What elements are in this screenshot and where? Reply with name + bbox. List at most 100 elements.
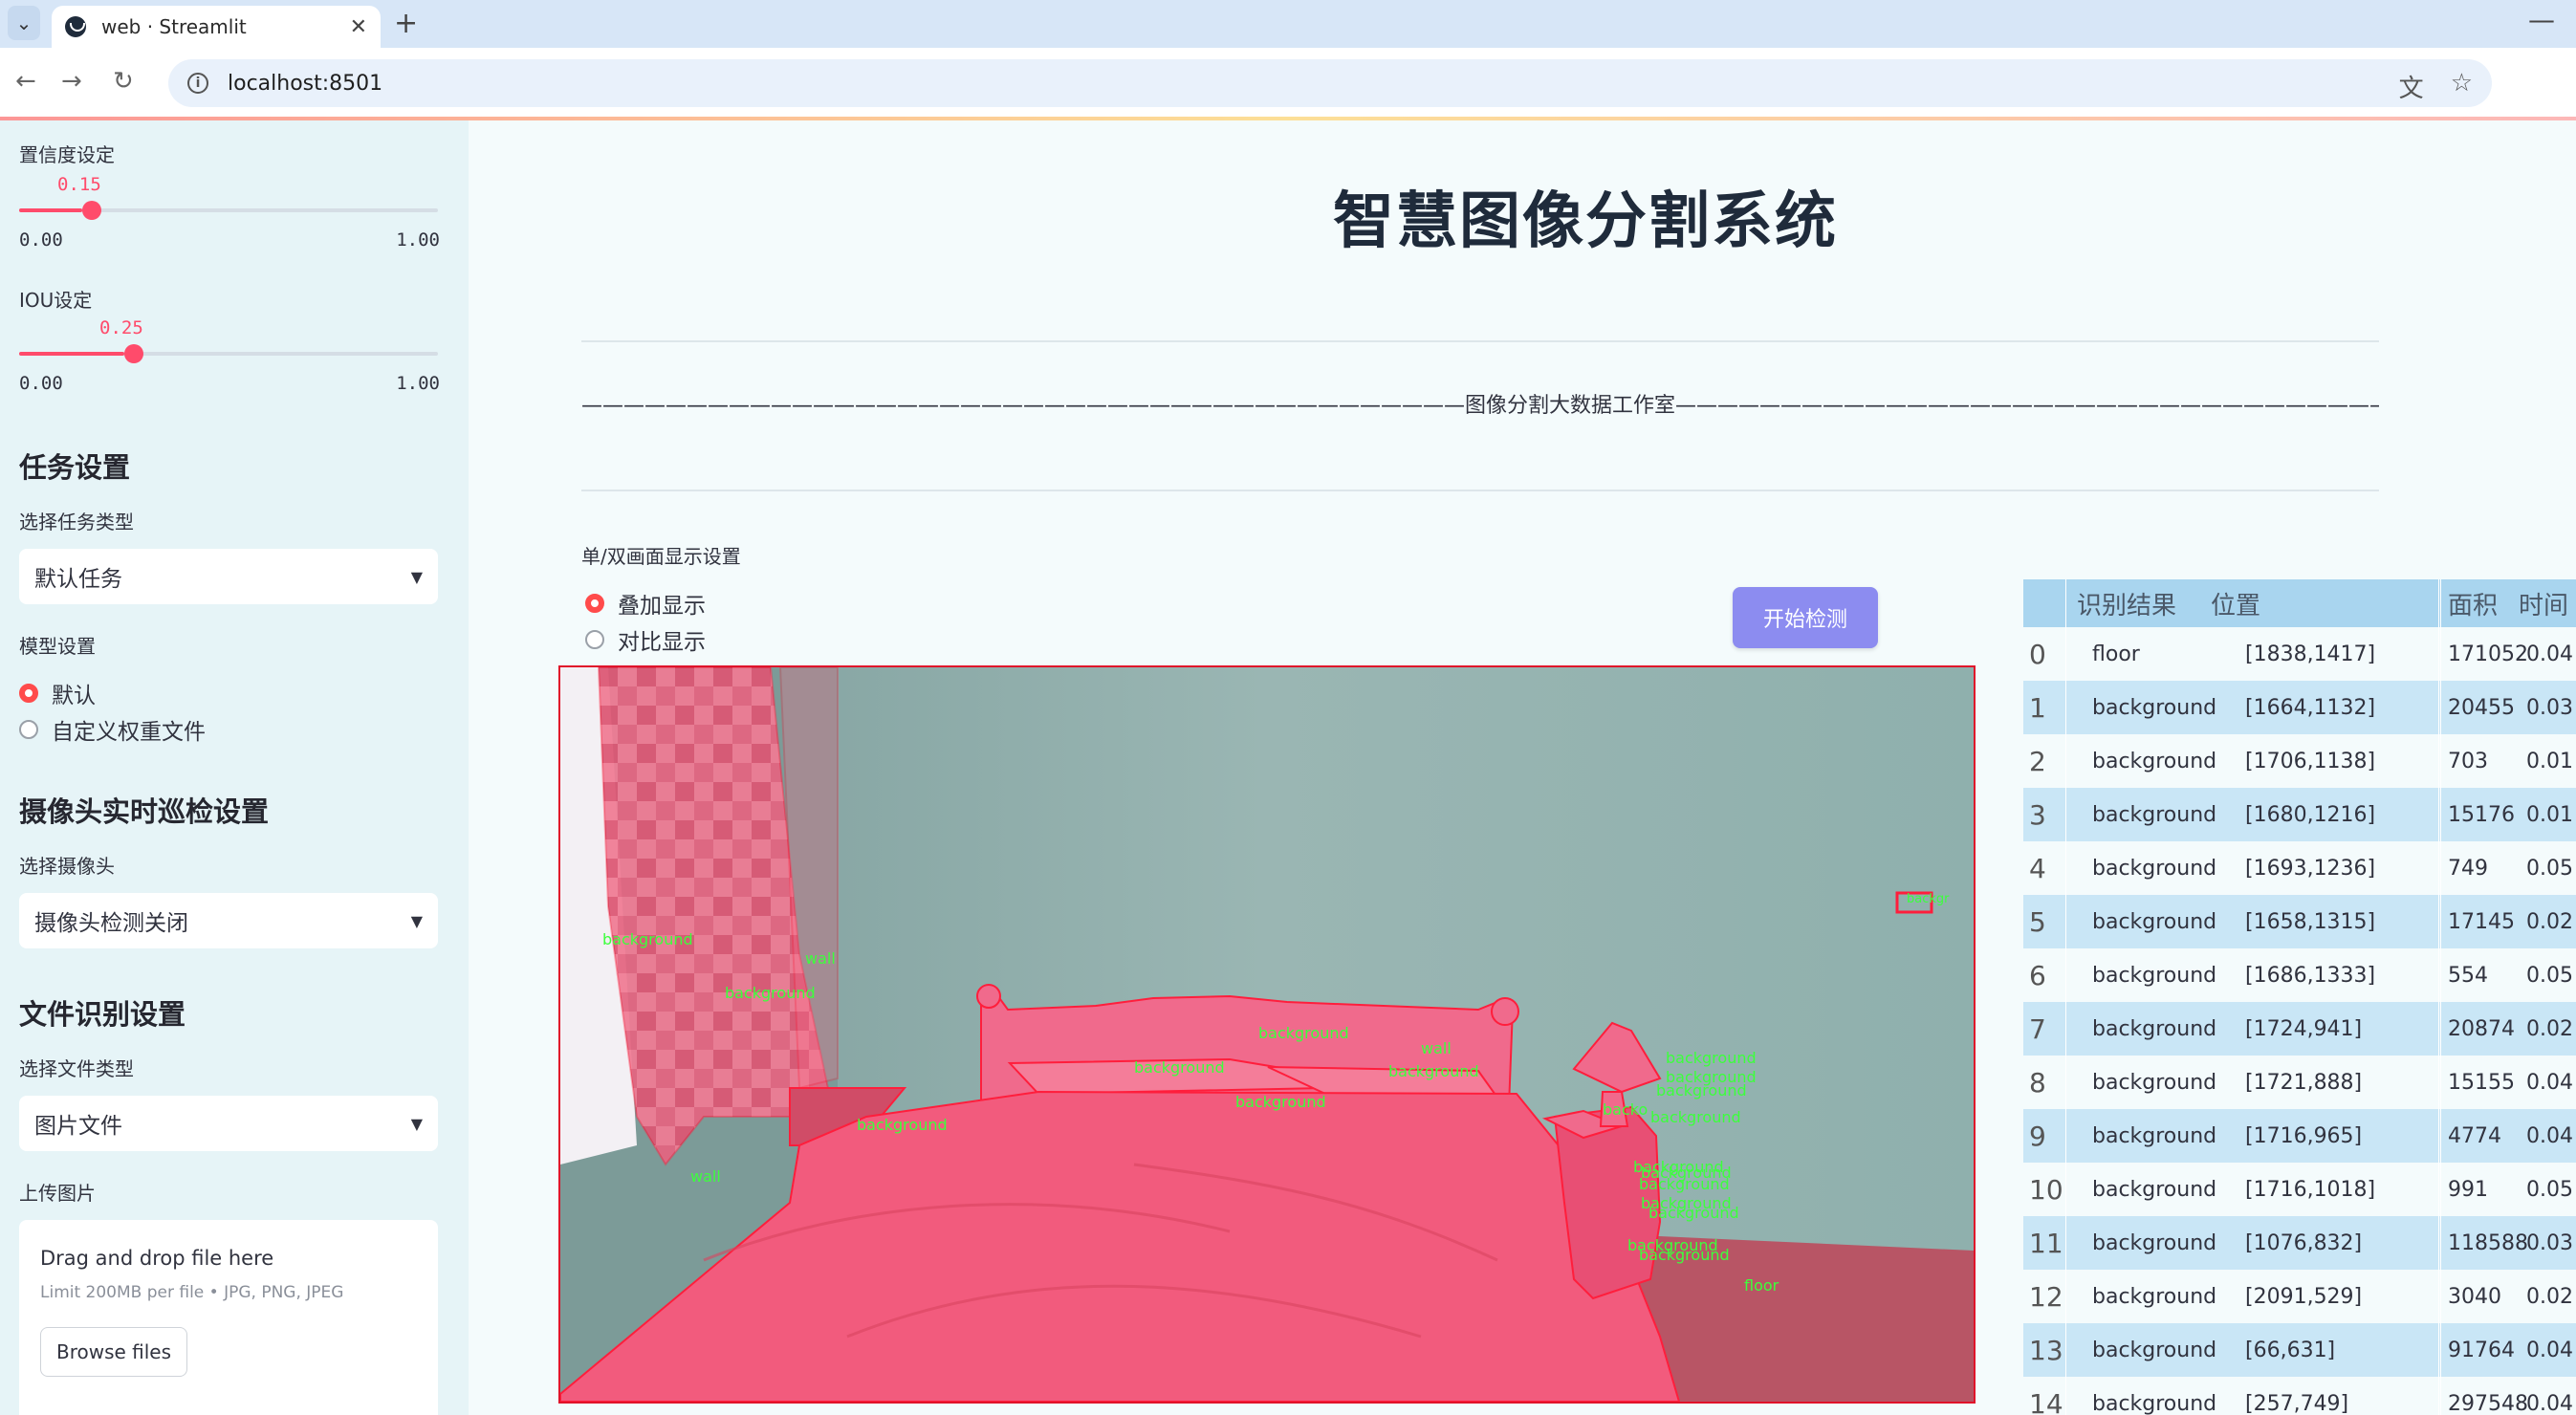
iou-range: 0.00 1.00	[19, 373, 440, 394]
new-tab-plus-icon[interactable]: +	[394, 8, 418, 40]
browser-tab[interactable]: web · Streamlit ✕	[52, 6, 381, 48]
column-separator	[2065, 579, 2066, 1415]
file-type-select[interactable]: 图片文件 ▼	[19, 1096, 438, 1151]
file-type-value: 图片文件	[34, 1114, 122, 1139]
tab-title: web · Streamlit	[101, 15, 247, 38]
row-position: [1706,1138]	[2245, 749, 2376, 773]
iou-slider[interactable]	[19, 344, 438, 363]
header-time[interactable]: 时间	[2519, 579, 2568, 627]
label-background: background	[1656, 1081, 1747, 1099]
confidence-value: 0.15	[57, 174, 101, 195]
confidence-range: 0.00 1.00	[19, 229, 440, 250]
row-result: background	[2092, 695, 2217, 720]
header-area[interactable]: 面积	[2448, 579, 2498, 627]
site-info-icon[interactable]: i	[187, 73, 208, 94]
sidebar: 置信度设定 0.15 0.00 1.00 IOU设定 0.25 0.00 1.0…	[0, 120, 469, 1415]
address-bar-row: ← → ↻ i localhost:8501 ⽂ ☆	[0, 48, 2576, 117]
results-table[interactable]: 识别结果 位置 面积 时间 0 floor [1838,1417] 171052 0.0…	[2023, 579, 2576, 1415]
iou-slider-fill	[19, 352, 124, 356]
model-option-default: 默认	[52, 684, 96, 708]
radio-selected-icon[interactable]	[19, 684, 38, 703]
row-time: 0.04	[2526, 1338, 2573, 1362]
confidence-slider-thumb[interactable]	[82, 201, 101, 220]
minimize-window-icon[interactable]: —	[2528, 4, 2555, 35]
iou-slider-thumb[interactable]	[124, 344, 143, 363]
table-row[interactable]: 0 floor [1838,1417] 171052 0.04	[2023, 627, 2576, 681]
table-row[interactable]: 12 background [2091,529] 3040 0.02	[2023, 1270, 2576, 1323]
model-radio-custom[interactable]: 自定义权重文件	[19, 713, 206, 746]
label-wall: wall	[805, 949, 836, 968]
model-radio-default[interactable]: 默认	[19, 677, 96, 709]
table-row[interactable]: 11 background [1076,832] 118588 0.03	[2023, 1216, 2576, 1270]
segmented-bedroom-image: background wall background background wa…	[560, 667, 1974, 1402]
row-index: 1	[2029, 691, 2046, 724]
header-result[interactable]: 识别结果	[2077, 579, 2176, 627]
row-time: 0.05	[2526, 856, 2573, 881]
header-position[interactable]: 位置	[2211, 579, 2260, 627]
confidence-slider-fill	[19, 208, 82, 212]
row-result: background	[2092, 802, 2217, 827]
row-index: 6	[2029, 959, 2046, 991]
radio-selected-icon[interactable]	[585, 594, 604, 613]
label-background: background	[1235, 1093, 1326, 1111]
forward-arrow-icon[interactable]: →	[61, 67, 82, 96]
camera-select[interactable]: 摄像头检测关闭 ▼	[19, 893, 438, 948]
browse-files-button[interactable]: Browse files	[40, 1327, 187, 1377]
row-result: background	[2092, 909, 2217, 934]
row-time: 0.05	[2526, 963, 2573, 988]
start-detection-button[interactable]: 开始检测	[1733, 587, 1878, 648]
row-time: 0.04	[2526, 1070, 2573, 1095]
table-row[interactable]: 2 background [1706,1138] 703 0.01	[2023, 734, 2576, 788]
table-row[interactable]: 14 background [257,749] 297548 0.04	[2023, 1377, 2576, 1415]
table-row[interactable]: 10 background [1716,1018] 991 0.05	[2023, 1163, 2576, 1216]
back-arrow-icon[interactable]: ←	[15, 67, 36, 96]
camera-label: 选择摄像头	[19, 855, 115, 878]
row-area: 703	[2448, 749, 2488, 773]
table-row[interactable]: 6 background [1686,1333] 554 0.05	[2023, 948, 2576, 1002]
row-result: background	[2092, 1391, 2217, 1415]
iou-label: IOU设定	[19, 289, 93, 312]
table-row[interactable]: 13 background [66,631] 91764 0.04	[2023, 1323, 2576, 1377]
table-row[interactable]: 9 background [1716,965] 4774 0.04	[2023, 1109, 2576, 1163]
row-time: 0.04	[2526, 1123, 2573, 1148]
row-index: 4	[2029, 852, 2046, 884]
task-type-select[interactable]: 默认任务 ▼	[19, 549, 438, 604]
row-position: [2091,529]	[2245, 1284, 2363, 1309]
row-area: 20874	[2448, 1016, 2515, 1041]
file-type-label: 选择文件类型	[19, 1057, 134, 1080]
model-settings-label: 模型设置	[19, 635, 96, 658]
label-floor: floor	[1744, 1276, 1779, 1295]
display-radio-compare[interactable]: 对比显示	[585, 623, 706, 656]
row-area: 15155	[2448, 1070, 2515, 1095]
bookmark-star-icon[interactable]: ☆	[2451, 69, 2473, 104]
file-settings-heading: 文件识别设置	[19, 998, 186, 1031]
row-position: [1838,1417]	[2245, 642, 2376, 666]
row-position: [1686,1333]	[2245, 963, 2376, 988]
tab-search-chevron-icon[interactable]: ⌄	[8, 6, 40, 40]
url-omnibox[interactable]: i localhost:8501 ⽂ ☆	[168, 59, 2492, 107]
chevron-down-icon: ▼	[410, 1114, 423, 1133]
row-time: 0.02	[2526, 1284, 2573, 1309]
row-index: 2	[2029, 745, 2046, 777]
radio-unselected-icon[interactable]	[19, 720, 38, 739]
display-option-compare: 对比显示	[618, 630, 706, 655]
label-background: background	[1666, 1049, 1757, 1067]
display-radio-overlay[interactable]: 叠加显示	[585, 587, 706, 620]
confidence-slider[interactable]	[19, 201, 438, 220]
row-time: 0.03	[2526, 1230, 2573, 1255]
table-row[interactable]: 1 background [1664,1132] 20455 0.03	[2023, 681, 2576, 734]
close-tab-icon[interactable]: ✕	[350, 15, 367, 39]
table-row[interactable]: 7 background [1724,941] 20874 0.02	[2023, 1002, 2576, 1056]
confidence-min: 0.00	[19, 229, 63, 250]
radio-unselected-icon[interactable]	[585, 630, 604, 649]
file-dropzone[interactable]: Drag and drop file here Limit 200MB per …	[19, 1220, 438, 1415]
camera-value: 摄像头检测关闭	[34, 911, 188, 936]
table-row[interactable]: 4 background [1693,1236] 749 0.05	[2023, 841, 2576, 895]
label-background: background	[1134, 1058, 1225, 1077]
row-area: 3040	[2448, 1284, 2501, 1309]
table-row[interactable]: 8 background [1721,888] 15155 0.04	[2023, 1056, 2576, 1109]
reload-icon[interactable]: ↻	[113, 67, 134, 96]
translate-icon[interactable]: ⽂	[2399, 69, 2424, 104]
table-row[interactable]: 3 background [1680,1216] 15176 0.01	[2023, 788, 2576, 841]
table-row[interactable]: 5 background [1658,1315] 17145 0.02	[2023, 895, 2576, 948]
